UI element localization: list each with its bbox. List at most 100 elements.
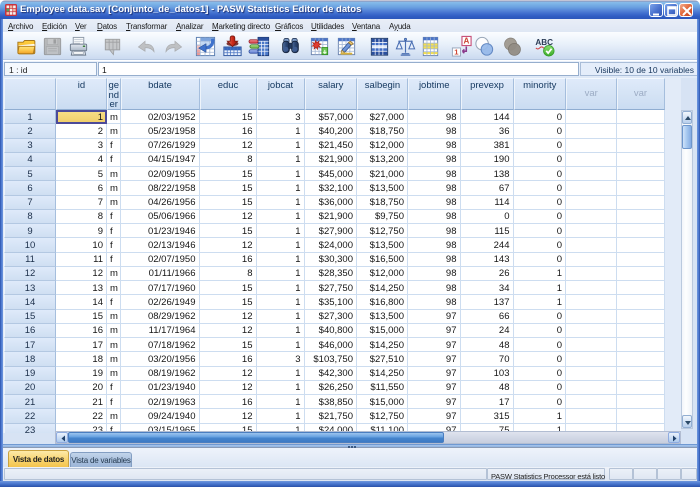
cell-11-id[interactable]: 11 bbox=[56, 253, 107, 267]
cell-9-minority[interactable]: 0 bbox=[514, 224, 567, 238]
cell-6-gender[interactable]: m bbox=[107, 181, 121, 195]
cell-1-educ[interactable]: 15 bbox=[200, 110, 257, 124]
cell-20-educ[interactable]: 12 bbox=[200, 381, 257, 395]
cell-21-bdate[interactable]: 02/19/1963 bbox=[121, 395, 200, 409]
cell-2-salary[interactable]: $40,200 bbox=[305, 124, 358, 138]
cell-19-var1[interactable] bbox=[566, 367, 617, 381]
cell-2-jobcat[interactable]: 1 bbox=[257, 124, 305, 138]
cell-7-educ[interactable]: 15 bbox=[200, 196, 257, 210]
cell-13-minority[interactable]: 1 bbox=[514, 281, 567, 295]
cell-22-salary[interactable]: $21,750 bbox=[305, 409, 358, 423]
cell-2-bdate[interactable]: 05/23/1958 bbox=[121, 124, 200, 138]
cell-12-educ[interactable]: 8 bbox=[200, 267, 257, 281]
cell-8-id[interactable]: 8 bbox=[56, 210, 107, 224]
cell-20-salbegin[interactable]: $11,550 bbox=[357, 381, 408, 395]
cell-11-var1[interactable] bbox=[566, 253, 617, 267]
cell-6-prevexp[interactable]: 67 bbox=[461, 181, 514, 195]
row-header-10[interactable]: 10 bbox=[4, 238, 56, 252]
cell-5-jobtime[interactable]: 98 bbox=[408, 167, 461, 181]
cell-3-jobtime[interactable]: 98 bbox=[408, 139, 461, 153]
cell-7-salary[interactable]: $36,000 bbox=[305, 196, 358, 210]
cell-12-salary[interactable]: $28,350 bbox=[305, 267, 358, 281]
cell-21-var2[interactable] bbox=[617, 395, 665, 409]
column-header-var2[interactable]: var bbox=[617, 78, 665, 110]
scroll-right-button[interactable] bbox=[668, 432, 680, 443]
cell-15-gender[interactable]: m bbox=[107, 310, 121, 324]
menu-ayuda[interactable]: Ayuda bbox=[389, 22, 411, 31]
cell-9-var2[interactable] bbox=[617, 224, 665, 238]
menu-ver[interactable]: Ver bbox=[75, 22, 86, 31]
cell-editor-input[interactable]: 1 bbox=[98, 62, 579, 76]
vertical-scrollbar[interactable] bbox=[681, 110, 693, 429]
cell-4-var2[interactable] bbox=[617, 153, 665, 167]
cell-4-minority[interactable]: 0 bbox=[514, 153, 567, 167]
cell-12-gender[interactable]: m bbox=[107, 267, 121, 281]
cell-3-salary[interactable]: $21,450 bbox=[305, 139, 358, 153]
cell-11-salary[interactable]: $30,300 bbox=[305, 253, 358, 267]
undo-button[interactable] bbox=[135, 35, 158, 58]
column-header-prevexp[interactable]: prevexp bbox=[461, 78, 514, 110]
cell-12-id[interactable]: 12 bbox=[56, 267, 107, 281]
cell-1-var1[interactable] bbox=[566, 110, 617, 124]
cell-2-prevexp[interactable]: 36 bbox=[461, 124, 514, 138]
row-header-22[interactable]: 22 bbox=[4, 409, 56, 423]
cell-14-minority[interactable]: 1 bbox=[514, 295, 567, 309]
column-header-id[interactable]: id bbox=[56, 78, 107, 110]
cell-17-jobtime[interactable]: 97 bbox=[408, 338, 461, 352]
cell-19-gender[interactable]: m bbox=[107, 367, 121, 381]
cell-6-id[interactable]: 6 bbox=[56, 181, 107, 195]
menu-edici-n[interactable]: Edición bbox=[42, 22, 67, 31]
cell-12-minority[interactable]: 1 bbox=[514, 267, 567, 281]
cell-10-salary[interactable]: $24,000 bbox=[305, 238, 358, 252]
column-header-salary[interactable]: salary bbox=[305, 78, 358, 110]
variables-button[interactable] bbox=[248, 35, 271, 58]
cell-21-id[interactable]: 21 bbox=[56, 395, 107, 409]
cell-5-id[interactable]: 5 bbox=[56, 167, 107, 181]
row-header-23[interactable]: 23 bbox=[4, 424, 56, 434]
cell-4-salary[interactable]: $21,900 bbox=[305, 153, 358, 167]
cell-8-salbegin[interactable]: $9,750 bbox=[357, 210, 408, 224]
cell-8-gender[interactable]: f bbox=[107, 210, 121, 224]
cell-19-educ[interactable]: 12 bbox=[200, 367, 257, 381]
cell-18-salary[interactable]: $103,750 bbox=[305, 352, 358, 366]
cell-16-gender[interactable]: m bbox=[107, 324, 121, 338]
cell-8-bdate[interactable]: 05/06/1966 bbox=[121, 210, 200, 224]
cell-12-var2[interactable] bbox=[617, 267, 665, 281]
cell-17-salary[interactable]: $46,000 bbox=[305, 338, 358, 352]
cell-3-gender[interactable]: f bbox=[107, 139, 121, 153]
cell-17-educ[interactable]: 15 bbox=[200, 338, 257, 352]
cell-22-var1[interactable] bbox=[566, 409, 617, 423]
cell-12-salbegin[interactable]: $12,000 bbox=[357, 267, 408, 281]
menu-ventana[interactable]: Ventana bbox=[352, 22, 380, 31]
cell-13-gender[interactable]: m bbox=[107, 281, 121, 295]
cell-20-var2[interactable] bbox=[617, 381, 665, 395]
cell-18-jobtime[interactable]: 97 bbox=[408, 352, 461, 366]
cell-18-salbegin[interactable]: $27,510 bbox=[357, 352, 408, 366]
cell-13-var1[interactable] bbox=[566, 281, 617, 295]
weight-cases-button[interactable] bbox=[394, 35, 417, 58]
use-variable-sets-button[interactable] bbox=[473, 35, 496, 58]
cell-5-prevexp[interactable]: 138 bbox=[461, 167, 514, 181]
cell-3-prevexp[interactable]: 381 bbox=[461, 139, 514, 153]
column-header-bdate[interactable]: bdate bbox=[121, 78, 200, 110]
cell-9-var1[interactable] bbox=[566, 224, 617, 238]
cell-12-jobcat[interactable]: 1 bbox=[257, 267, 305, 281]
cell-15-jobcat[interactable]: 1 bbox=[257, 310, 305, 324]
cell-1-bdate[interactable]: 02/03/1952 bbox=[121, 110, 200, 124]
cell-22-prevexp[interactable]: 315 bbox=[461, 409, 514, 423]
cell-10-var2[interactable] bbox=[617, 238, 665, 252]
cell-18-educ[interactable]: 16 bbox=[200, 352, 257, 366]
row-header-20[interactable]: 20 bbox=[4, 381, 56, 395]
cell-21-salbegin[interactable]: $15,000 bbox=[357, 395, 408, 409]
cell-20-salary[interactable]: $26,250 bbox=[305, 381, 358, 395]
cell-9-prevexp[interactable]: 115 bbox=[461, 224, 514, 238]
cell-17-bdate[interactable]: 07/18/1962 bbox=[121, 338, 200, 352]
cell-20-var1[interactable] bbox=[566, 381, 617, 395]
cell-15-var1[interactable] bbox=[566, 310, 617, 324]
cell-9-jobcat[interactable]: 1 bbox=[257, 224, 305, 238]
cell-22-salbegin[interactable]: $12,750 bbox=[357, 409, 408, 423]
cell-1-var2[interactable] bbox=[617, 110, 665, 124]
vertical-scroll-thumb[interactable] bbox=[682, 125, 692, 149]
cell-15-bdate[interactable]: 08/29/1962 bbox=[121, 310, 200, 324]
cell-22-jobcat[interactable]: 1 bbox=[257, 409, 305, 423]
